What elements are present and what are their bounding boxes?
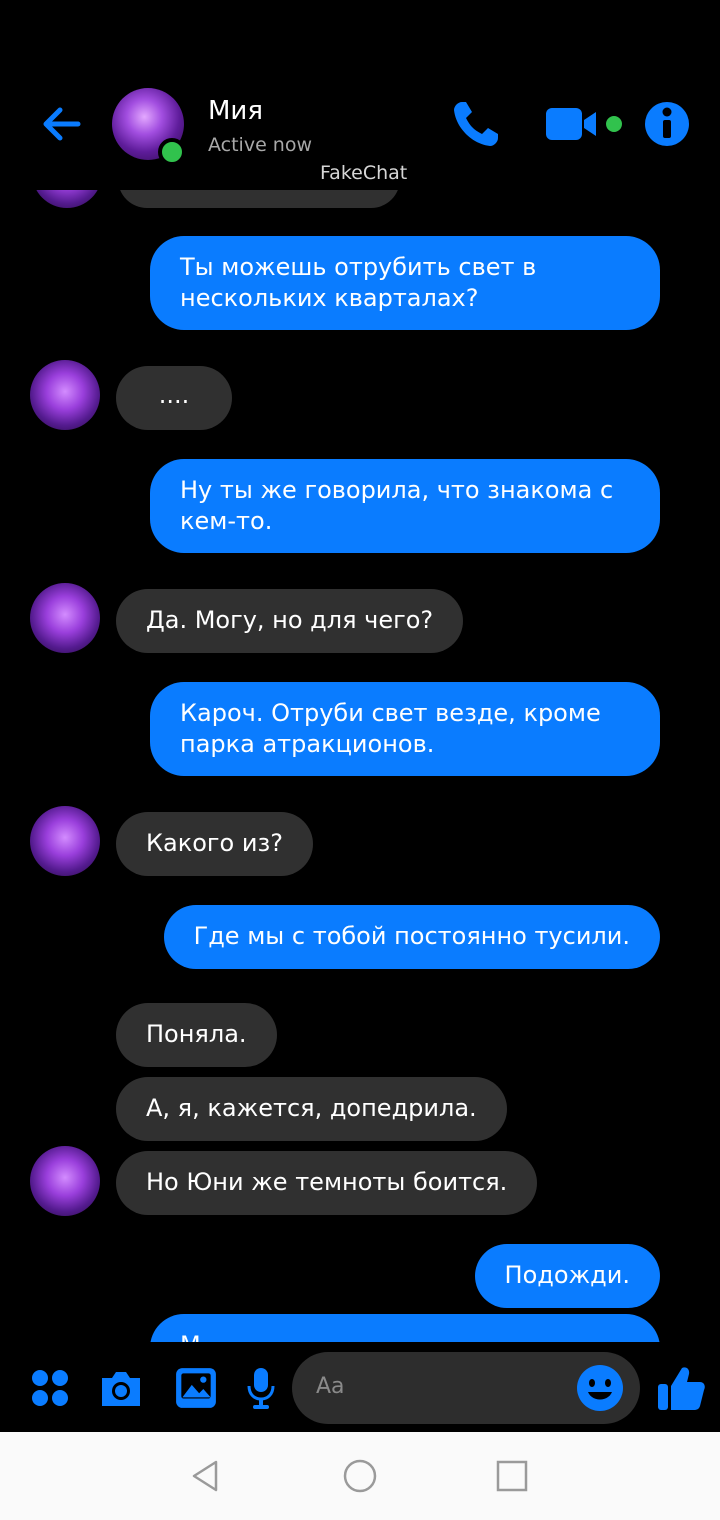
app-watermark: FakeChat	[320, 162, 408, 184]
home-circle-icon[interactable]	[342, 1458, 378, 1494]
contact-avatar-small	[30, 1146, 100, 1216]
like-icon[interactable]	[656, 1364, 706, 1414]
video-call-icon[interactable]	[544, 104, 624, 144]
gallery-icon[interactable]	[174, 1366, 218, 1410]
system-nav-bar	[0, 1432, 720, 1520]
message-bubble-incoming[interactable]	[118, 190, 400, 208]
apps-icon[interactable]	[30, 1368, 70, 1408]
message-input-placeholder: Aa	[316, 1374, 345, 1399]
phone-icon[interactable]	[450, 98, 502, 150]
contact-status: Active now	[208, 134, 313, 156]
message-bubble-outgoing[interactable]: Ну ты же говорила, что знакома с кем-то.	[150, 459, 660, 553]
message-bubble-outgoing[interactable]: Подожди.	[474, 1244, 660, 1308]
contact-avatar-small	[32, 190, 102, 208]
message-composer: Aa	[0, 1342, 720, 1432]
message-input[interactable]: Aa	[292, 1352, 640, 1424]
message-bubble-incoming[interactable]: Какого из?	[116, 812, 313, 876]
message-bubble-incoming[interactable]: Но Юни же темноты боится.	[116, 1151, 538, 1215]
message-bubble-outgoing[interactable]: Кароч. Отруби свет везде, кроме парка ат…	[150, 682, 660, 776]
message-bubble-incoming[interactable]: ....	[116, 366, 232, 430]
info-icon[interactable]	[644, 101, 690, 147]
contact-name[interactable]: Мия	[208, 96, 263, 126]
contact-avatar-small	[30, 360, 100, 430]
message-bubble-incoming[interactable]: А, я, кажется, допедрила.	[116, 1077, 507, 1141]
chat-header: Мия Active now FakeChat	[0, 0, 720, 190]
message-thread[interactable]: Ты можешь отрубить свет в нескольких ква…	[0, 190, 720, 1342]
message-bubble-incoming[interactable]: Да. Могу, но для чего?	[116, 589, 464, 653]
message-bubble-outgoing[interactable]: Где мы с тобой постоянно тусили.	[163, 905, 660, 969]
contact-avatar-small	[30, 583, 100, 653]
camera-icon[interactable]	[98, 1368, 144, 1408]
back-triangle-icon[interactable]	[188, 1458, 224, 1494]
message-bubble-outgoing[interactable]: Ты можешь отрубить свет в нескольких ква…	[150, 236, 660, 330]
contact-avatar-small	[30, 806, 100, 876]
microphone-icon[interactable]	[246, 1366, 276, 1410]
online-indicator	[158, 138, 186, 166]
message-bubble-outgoing[interactable]: М...	[150, 1314, 660, 1342]
message-bubble-incoming[interactable]: Поняла.	[116, 1003, 277, 1067]
back-arrow-icon[interactable]	[38, 100, 86, 148]
emoji-icon[interactable]	[576, 1364, 624, 1412]
recents-square-icon[interactable]	[494, 1458, 530, 1494]
